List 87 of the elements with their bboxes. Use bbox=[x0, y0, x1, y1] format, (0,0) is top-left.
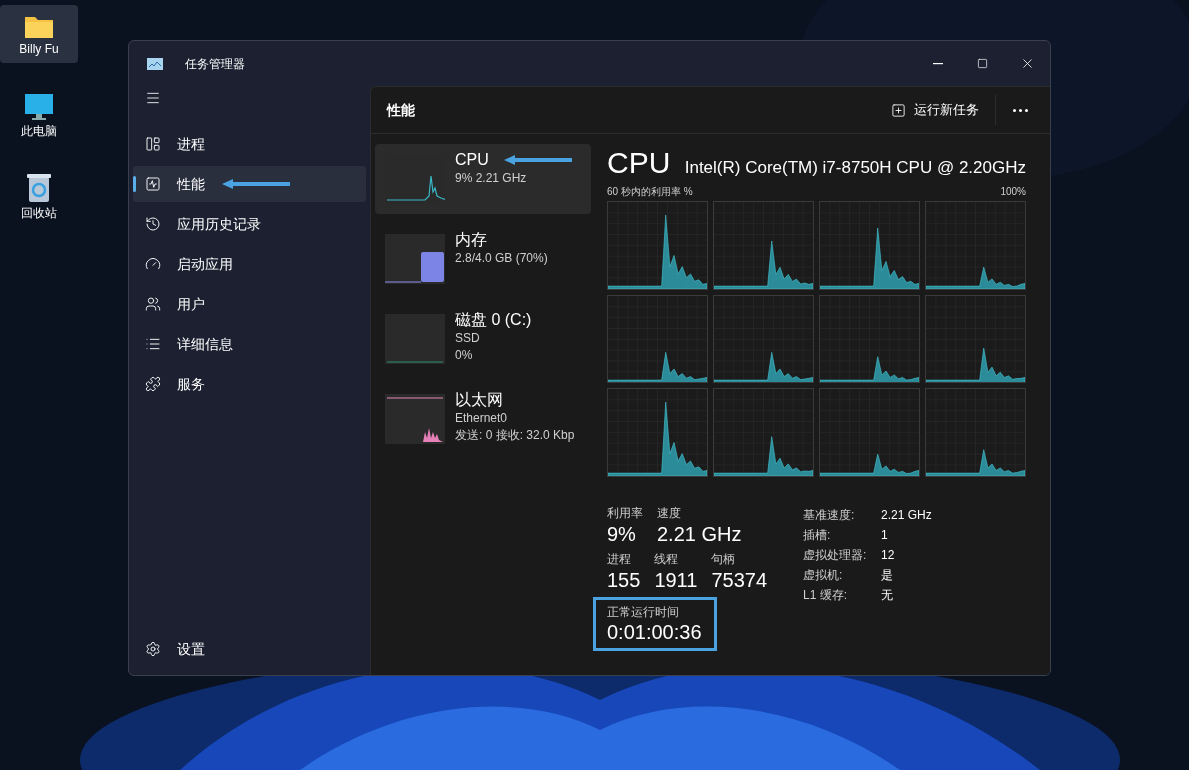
device-detail: 0% bbox=[455, 347, 474, 364]
stat-label: 速度 bbox=[657, 505, 682, 521]
spec-label: 虚拟处理器: bbox=[803, 547, 868, 564]
usage-thumbnail bbox=[385, 234, 445, 284]
spec-label: L1 缓存: bbox=[803, 587, 848, 604]
sidebar-item[interactable]: 服务 bbox=[133, 366, 366, 402]
spec-value: 2.21 GHz bbox=[881, 507, 932, 524]
activity-icon bbox=[145, 176, 161, 192]
settings-item[interactable]: 设置 bbox=[129, 631, 370, 667]
uptime-label: 正常运行时间 bbox=[607, 604, 680, 620]
sidebar-item[interactable]: 启动应用 bbox=[133, 246, 366, 282]
stat-label: 句柄 bbox=[711, 551, 737, 567]
sidebar-item[interactable]: 进程 bbox=[133, 126, 366, 162]
desktop-icon-label: 此电脑 bbox=[21, 125, 57, 137]
device-item[interactable]: 以太网 Ethernet0 发送: 0 接收: 32.0 Kbp bbox=[375, 384, 591, 454]
users-icon bbox=[145, 296, 161, 312]
new-task-icon bbox=[891, 102, 906, 118]
device-detail: 发送: 0 接收: 32.0 Kbp bbox=[455, 427, 575, 444]
cpu-heading: CPU bbox=[607, 146, 671, 180]
arrow-icon bbox=[502, 154, 573, 166]
spec-value: 是 bbox=[881, 567, 893, 584]
stat-label: 线程 bbox=[654, 551, 680, 567]
device-name: 磁盘 0 (C:) bbox=[455, 310, 532, 330]
gauge-icon bbox=[145, 256, 161, 272]
stat-label: 利用率 bbox=[607, 505, 643, 521]
settings-label: 设置 bbox=[177, 639, 205, 659]
run-new-task-button[interactable]: 运行新任务 bbox=[885, 94, 985, 126]
desktop-icon-label: 回收站 bbox=[21, 207, 57, 219]
menu-icon bbox=[145, 90, 161, 106]
device-item[interactable]: CPU 9% 2.21 GHz bbox=[375, 144, 591, 214]
stat-value: 1911 bbox=[654, 568, 698, 593]
usage-thumbnail bbox=[385, 314, 445, 364]
stat-value: 75374 bbox=[711, 568, 767, 593]
spec-value: 12 bbox=[881, 547, 895, 564]
desktop-icon[interactable]: 此电脑 bbox=[0, 85, 78, 143]
desktop-icon[interactable]: 回收站 bbox=[0, 165, 78, 223]
graph-max-label: 100% bbox=[1000, 185, 1026, 199]
spec-value: 无 bbox=[881, 587, 893, 604]
sidebar-label: 进程 bbox=[177, 134, 205, 154]
minimize-icon bbox=[933, 62, 943, 65]
device-detail: SSD bbox=[455, 330, 481, 347]
desktop-icon-label: Billy Fu bbox=[19, 43, 59, 55]
recycle-bin-icon bbox=[26, 173, 52, 203]
device-detail: Ethernet0 bbox=[455, 410, 509, 427]
device-name: 内存 bbox=[455, 230, 487, 250]
sidebar-item[interactable]: 详细信息 bbox=[133, 326, 366, 362]
spec-label: 插槽: bbox=[803, 527, 832, 544]
settings-icon bbox=[145, 641, 161, 657]
sidebar-item[interactable]: 性能 bbox=[133, 166, 366, 202]
device-detail: 2.8/4.0 GB (70%) bbox=[455, 250, 548, 267]
stat-value: 155 bbox=[607, 568, 641, 593]
sidebar-label: 用户 bbox=[177, 294, 205, 314]
sidebar-label: 服务 bbox=[177, 374, 205, 394]
stat-value: 9% bbox=[607, 522, 637, 547]
cpu-model: Intel(R) Core(TM) i7-8750H CPU @ 2.20GHz bbox=[684, 157, 1026, 179]
usage-thumbnail bbox=[385, 394, 445, 444]
device-detail: 9% 2.21 GHz bbox=[455, 170, 528, 187]
maximize-icon bbox=[976, 58, 988, 69]
history-icon bbox=[145, 216, 161, 232]
sidebar-label: 启动应用 bbox=[177, 254, 233, 274]
stat-label: 进程 bbox=[607, 551, 632, 567]
uptime-value: 0:01:00:36 bbox=[607, 620, 703, 644]
app-icon bbox=[147, 57, 163, 70]
spec-label: 基准速度: bbox=[803, 507, 856, 524]
more-icon bbox=[1012, 108, 1028, 112]
page-title: 性能 bbox=[387, 100, 415, 120]
window-title: 任务管理器 bbox=[185, 55, 245, 73]
sidebar-item[interactable]: 应用历史记录 bbox=[133, 206, 366, 242]
sidebar-label: 性能 bbox=[177, 174, 205, 194]
monitor-icon bbox=[24, 93, 54, 121]
stat-value: 2.21 GHz bbox=[657, 522, 742, 547]
graph-caption: 60 秒内的利用率 % bbox=[607, 185, 693, 199]
sidebar-label: 详细信息 bbox=[177, 334, 233, 354]
desktop-icon[interactable]: Billy Fu bbox=[0, 5, 78, 63]
device-item[interactable]: 内存 2.8/4.0 GB (70%) bbox=[375, 224, 591, 294]
sidebar-item[interactable]: 用户 bbox=[133, 286, 366, 322]
device-name: CPU bbox=[455, 150, 489, 170]
device-item[interactable]: 磁盘 0 (C:) SSD 0% bbox=[375, 304, 591, 374]
device-name: 以太网 bbox=[455, 390, 503, 410]
spec-label: 虚拟机: bbox=[803, 567, 844, 584]
list-icon bbox=[145, 336, 161, 352]
sidebar-label: 应用历史记录 bbox=[177, 214, 261, 234]
selection-indicator bbox=[133, 176, 136, 192]
puzzle-icon bbox=[145, 376, 161, 392]
processes-icon bbox=[145, 136, 161, 152]
spec-value: 1 bbox=[881, 527, 888, 544]
arrow-icon bbox=[221, 178, 291, 190]
